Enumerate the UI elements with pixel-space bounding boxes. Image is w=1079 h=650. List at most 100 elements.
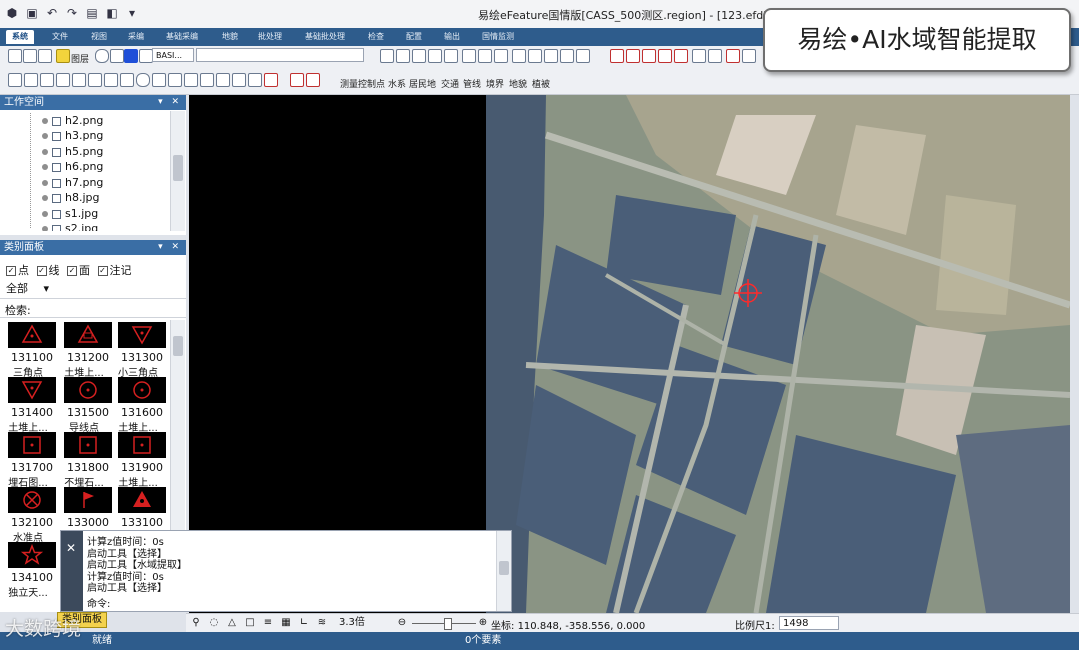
- label-draw-icon[interactable]: [168, 73, 182, 87]
- tab-system[interactable]: 系统: [6, 30, 34, 44]
- layers-icon[interactable]: ◧: [104, 5, 120, 21]
- symbol-square-dot-icon[interactable]: [64, 432, 112, 458]
- checkbox-point[interactable]: ✓: [6, 266, 16, 276]
- map-view[interactable]: [486, 95, 1070, 613]
- attribute-tool-icon[interactable]: [726, 49, 740, 63]
- split-tool-icon[interactable]: [560, 49, 574, 63]
- linetype-icon[interactable]: [139, 49, 153, 63]
- rotate-tool-icon[interactable]: [658, 49, 672, 63]
- point-snap-icon[interactable]: □: [244, 617, 256, 629]
- clear-tool-icon[interactable]: [264, 73, 278, 87]
- square-draw-icon[interactable]: [72, 73, 86, 87]
- tab-config[interactable]: 配置: [406, 30, 422, 44]
- tab-monitor[interactable]: 国情监测: [482, 30, 514, 44]
- command-prompt[interactable]: 命令:: [87, 595, 110, 610]
- tab-batch[interactable]: 批处理: [258, 30, 282, 44]
- node-edit-icon[interactable]: [232, 73, 246, 87]
- brush-icon[interactable]: [23, 49, 37, 63]
- dropdown-icon[interactable]: ▾: [124, 5, 140, 21]
- checkbox-area[interactable]: ✓: [67, 266, 77, 276]
- line-draw-icon[interactable]: [40, 73, 54, 87]
- tab-edit[interactable]: 采编: [128, 30, 144, 44]
- print-icon[interactable]: ▤: [84, 5, 100, 21]
- theme-control-points[interactable]: 测量控制点: [340, 77, 385, 90]
- symbol-flag-icon[interactable]: [64, 487, 112, 513]
- category-dropdown[interactable]: 全部 ▾: [6, 280, 49, 296]
- tree-item-file[interactable]: s1.jpg: [42, 206, 98, 221]
- zoom-in-icon[interactable]: ⊕: [477, 617, 489, 629]
- move-tool-icon[interactable]: [642, 49, 656, 63]
- line-snap-icon[interactable]: ≡: [262, 617, 274, 629]
- offset-draw-icon[interactable]: [120, 73, 134, 87]
- measure-tool-icon[interactable]: [428, 49, 442, 63]
- extend-tool-icon[interactable]: [528, 49, 542, 63]
- visibility-bulb-icon[interactable]: [42, 195, 48, 201]
- visibility-bulb-icon[interactable]: [42, 164, 48, 170]
- symbol-circle-x-icon[interactable]: [8, 487, 56, 513]
- tab-basic-edit[interactable]: 基础采编: [166, 30, 198, 44]
- more-tools-icon[interactable]: [742, 49, 756, 63]
- tree-item-file[interactable]: s2.jpg: [42, 221, 98, 231]
- building-tool-icon[interactable]: [24, 73, 38, 87]
- visibility-bulb-icon[interactable]: [42, 149, 48, 155]
- tree-item-file[interactable]: h8.jpg: [42, 190, 100, 205]
- lasso-select-icon[interactable]: [200, 73, 214, 87]
- visibility-bulb-icon[interactable]: [42, 226, 48, 231]
- water-extract-icon[interactable]: [290, 73, 304, 87]
- layer-select[interactable]: BASI...: [152, 48, 194, 62]
- symbol-square-dot-icon[interactable]: [118, 432, 166, 458]
- color-swatch-icon[interactable]: [124, 49, 138, 63]
- zoom-slider-thumb[interactable]: [444, 618, 452, 630]
- grid-draw-icon[interactable]: [104, 73, 118, 87]
- tree-item-file[interactable]: h5.png: [42, 144, 103, 159]
- save-icon[interactable]: ▣: [24, 5, 40, 21]
- rect-tool-icon[interactable]: [412, 49, 426, 63]
- scroll-thumb[interactable]: [173, 155, 183, 181]
- symbol-circle-icon[interactable]: [64, 377, 112, 403]
- tab-file[interactable]: 文件: [52, 30, 68, 44]
- app-icon[interactable]: ⬢: [4, 5, 20, 21]
- join-tool-icon[interactable]: [576, 49, 590, 63]
- cross-tool-icon[interactable]: [462, 49, 476, 63]
- tree-item-file[interactable]: h6.png: [42, 159, 103, 174]
- box-tool-icon[interactable]: [494, 49, 508, 63]
- redo-icon[interactable]: ↷: [64, 5, 80, 21]
- dimension-tool-icon[interactable]: [444, 49, 458, 63]
- area-draw-icon[interactable]: [56, 73, 70, 87]
- bar-draw-icon[interactable]: [152, 73, 166, 87]
- circle-draw-icon[interactable]: [136, 73, 150, 87]
- theme-vegetation[interactable]: 植被: [532, 77, 550, 90]
- table-icon[interactable]: [38, 49, 52, 63]
- mirror-tool-icon[interactable]: [674, 49, 688, 63]
- break-tool-icon[interactable]: [544, 49, 558, 63]
- theme-pipeline[interactable]: 管线: [463, 77, 481, 90]
- tree-item-file[interactable]: h2.png: [42, 113, 103, 128]
- checkbox-annotation[interactable]: ✓: [97, 266, 108, 276]
- zoom-out-icon[interactable]: ⊖: [396, 617, 408, 629]
- grid-snap-icon[interactable]: ▦: [280, 617, 292, 629]
- edit-icon[interactable]: [8, 49, 22, 63]
- symbol-triangle-icon[interactable]: [8, 322, 56, 348]
- curve-tool-icon[interactable]: [478, 49, 492, 63]
- tree-item-file[interactable]: h7.png: [42, 175, 103, 190]
- visibility-bulb-icon[interactable]: [42, 118, 48, 124]
- house-draw-icon[interactable]: [88, 73, 102, 87]
- checkbox-line[interactable]: ✓: [36, 266, 47, 276]
- undo-icon[interactable]: ↶: [44, 5, 60, 21]
- group-tool-icon[interactable]: [708, 49, 722, 63]
- trim-tool-icon[interactable]: [512, 49, 526, 63]
- layer-value-field[interactable]: [196, 48, 364, 62]
- theme-terrain[interactable]: 地貌: [509, 77, 527, 90]
- symbol-star-icon[interactable]: [8, 542, 56, 568]
- warning-icon[interactable]: [56, 49, 70, 63]
- theme-boundary[interactable]: 境界: [486, 77, 504, 90]
- visibility-bulb-icon[interactable]: [42, 133, 48, 139]
- symbol-square-dot-icon[interactable]: [8, 432, 56, 458]
- visibility-bulb-icon[interactable]: [42, 180, 48, 186]
- tab-terrain[interactable]: 地貌: [222, 30, 238, 44]
- panel-controls[interactable]: ▾ ✕: [158, 240, 182, 255]
- lock-icon[interactable]: [110, 49, 124, 63]
- scale-input[interactable]: 1498: [779, 616, 839, 630]
- symbol-triangle-fill-icon[interactable]: [118, 487, 166, 513]
- dimension-icon[interactable]: ≋: [316, 617, 328, 629]
